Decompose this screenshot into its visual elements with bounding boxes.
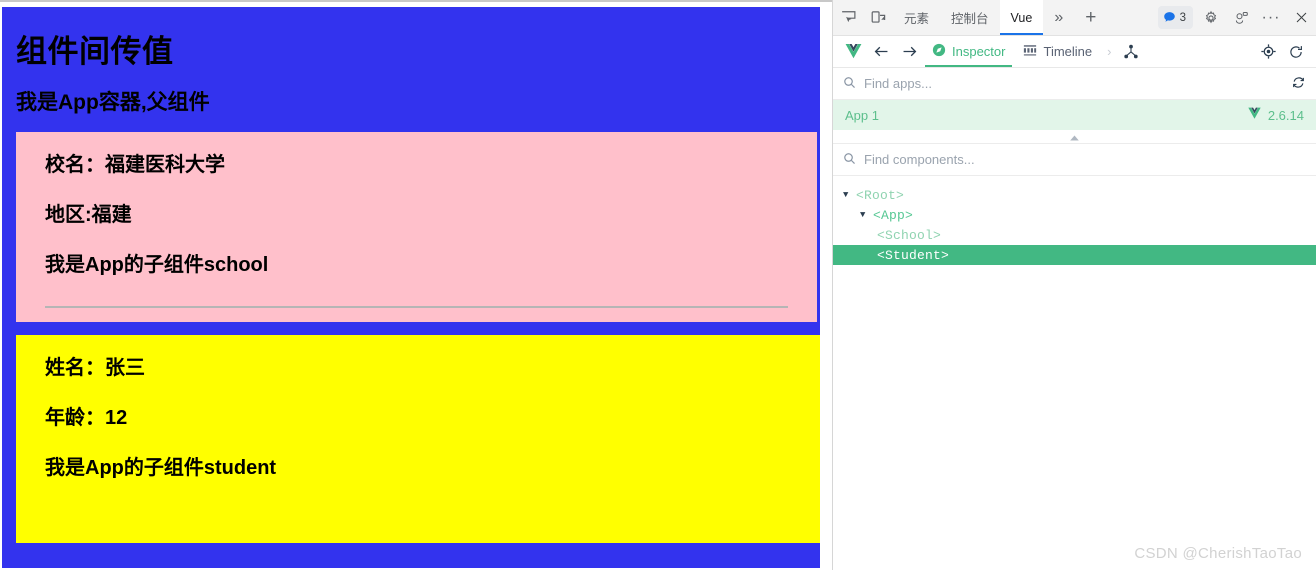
student-line-age: 年龄：12 — [45, 407, 128, 430]
tree-node-root[interactable]: ▼ <Root> — [833, 185, 1316, 205]
tab-timeline[interactable]: Timeline — [1014, 36, 1101, 67]
message-badge[interactable]: 3 — [1157, 6, 1193, 29]
devtools-tabstrip: 元素 控制台 Vue » + 3 ··· — [833, 0, 1316, 36]
school-line-region: 地区:福建 — [45, 204, 132, 227]
tree-node-app[interactable]: ▼ <App> — [833, 205, 1316, 225]
screenshot-root: 组件间传值 我是App容器,父组件 校名：福建医科大学 地区:福建 我是App的… — [0, 0, 1316, 570]
find-apps-bar — [833, 68, 1316, 100]
timeline-icon — [1023, 44, 1037, 60]
vue-logo-icon — [1247, 107, 1262, 123]
app-list-item[interactable]: App 1 2.6.14 — [833, 100, 1316, 130]
tabstrip-spacer — [1107, 0, 1154, 35]
tree-node-student-label: <Student> — [877, 247, 950, 263]
student-component: 姓名：张三 年龄：12 我是App的子组件student — [16, 335, 820, 544]
component-hierarchy-icon[interactable] — [1117, 37, 1145, 67]
app-container: 组件间传值 我是App容器,父组件 校名：福建医科大学 地区:福建 我是App的… — [2, 7, 820, 568]
vue-logo-icon — [839, 37, 867, 67]
compass-icon — [932, 43, 946, 60]
forward-arrow-icon[interactable] — [895, 37, 923, 67]
tree-node-app-label: <App> — [873, 207, 914, 223]
tabstrip-add-button[interactable]: + — [1074, 0, 1107, 35]
find-apps-input[interactable] — [864, 76, 1283, 91]
find-components-input[interactable] — [864, 152, 1306, 167]
refresh-apps-icon[interactable] — [1291, 75, 1306, 93]
refresh-icon[interactable] — [1282, 37, 1310, 67]
expand-caret-icon[interactable]: ▼ — [843, 190, 856, 200]
tab-inspector-label: Inspector — [952, 44, 1006, 59]
app-version-label: 2.6.14 — [1267, 107, 1304, 123]
select-component-icon[interactable] — [1254, 37, 1282, 67]
vue-devtools-toolbar: Inspector Timeline › — [833, 36, 1316, 68]
watermark: CSDN @CherishTaoTao — [1134, 545, 1302, 562]
back-arrow-icon[interactable] — [867, 37, 895, 67]
tab-inspector[interactable]: Inspector — [923, 36, 1014, 67]
search-icon — [843, 152, 856, 168]
toolbar-chevron-icon: › — [1107, 44, 1112, 59]
find-components-bar — [833, 144, 1316, 176]
message-badge-count: 3 — [1179, 11, 1186, 24]
tree-node-student[interactable]: <Student> — [833, 245, 1316, 265]
component-tree: ▼ <Root> ▼ <App> <School> <Student> — [833, 176, 1316, 265]
collapse-chevron-icon — [1069, 130, 1080, 144]
app-version-group: 2.6.14 — [1247, 107, 1304, 123]
rendered-page-pane: 组件间传值 我是App容器,父组件 校名：福建医科大学 地区:福建 我是App的… — [0, 0, 832, 570]
school-component: 校名：福建医科大学 地区:福建 我是App的子组件school — [16, 132, 817, 323]
tree-node-school[interactable]: <School> — [833, 225, 1316, 245]
school-divider — [45, 306, 788, 309]
collapse-apps-strip[interactable] — [833, 130, 1316, 144]
feedback-icon[interactable] — [1226, 0, 1256, 35]
device-toolbar-icon[interactable] — [863, 0, 893, 35]
tree-node-school-label: <School> — [877, 227, 942, 243]
app-name: App 1 — [845, 107, 879, 123]
close-icon[interactable] — [1286, 0, 1316, 35]
student-line-note: 我是App的子组件student — [45, 457, 277, 480]
devtools-panel: 元素 控制台 Vue » + 3 ··· Inspector Timeline … — [832, 0, 1316, 570]
tab-vue[interactable]: Vue — [999, 0, 1044, 35]
chevron-double-right-icon: » — [1054, 8, 1064, 26]
school-line-name: 校名：福建医科大学 — [45, 154, 225, 177]
inspect-element-icon[interactable] — [833, 0, 863, 35]
school-line-note: 我是App的子组件school — [45, 254, 269, 277]
tree-node-root-label: <Root> — [856, 187, 905, 203]
student-line-name: 姓名：张三 — [45, 357, 145, 380]
tabstrip-overflow-button[interactable]: » — [1043, 0, 1074, 35]
page-title: 组件间传值 — [16, 34, 174, 69]
message-bubble-icon — [1163, 12, 1175, 22]
plus-icon: + — [1085, 6, 1097, 28]
page-top-divider — [0, 0, 832, 2]
tab-elements[interactable]: 元素 — [893, 0, 940, 35]
tab-console[interactable]: 控制台 — [940, 0, 1000, 35]
tab-vue-label: Vue — [1010, 10, 1033, 25]
tab-console-label: 控制台 — [951, 12, 989, 26]
search-icon — [843, 76, 856, 92]
page-subtitle: 我是App容器,父组件 — [16, 91, 210, 115]
tab-timeline-label: Timeline — [1043, 44, 1093, 59]
expand-caret-icon[interactable]: ▼ — [860, 210, 873, 220]
more-options-icon[interactable]: ··· — [1256, 0, 1286, 35]
tab-elements-label: 元素 — [904, 12, 930, 26]
settings-gear-icon[interactable] — [1196, 0, 1226, 35]
